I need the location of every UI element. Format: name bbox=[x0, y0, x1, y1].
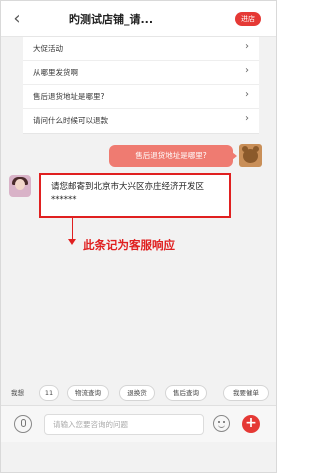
quick-reply-chip[interactable]: 11 bbox=[39, 385, 59, 401]
chat-screen: ‹ 旳测试店铺_请... 进店 大促活动 › 从哪里发货啊 › 售后退货地址是哪… bbox=[0, 0, 277, 473]
user-avatar[interactable] bbox=[239, 144, 262, 167]
annotation-arrow-head bbox=[68, 239, 76, 245]
message-input[interactable]: 请输入您要咨询的问题 bbox=[44, 414, 204, 435]
faq-item-ship-from[interactable]: 从哪里发货啊 › bbox=[23, 61, 259, 85]
input-bar: 请输入您要咨询的问题 + bbox=[1, 405, 276, 442]
faq-item-promotion[interactable]: 大促活动 › bbox=[23, 37, 259, 61]
quick-reply-chip[interactable]: 我想 bbox=[11, 385, 24, 401]
quick-reply-chip[interactable]: 物流查询 bbox=[67, 385, 109, 401]
chevron-right-icon: › bbox=[245, 89, 249, 100]
quick-reply-chip[interactable]: 我要催单 bbox=[223, 385, 269, 401]
plus-icon[interactable]: + bbox=[242, 415, 260, 433]
faq-list: 大促活动 › 从哪里发货啊 › 售后退货地址是哪里? › 请问什么时候可以退款 … bbox=[23, 37, 259, 134]
faq-item-label: 请问什么时候可以退款 bbox=[33, 116, 108, 125]
back-arrow-icon[interactable]: ‹ bbox=[9, 9, 25, 29]
chevron-right-icon: › bbox=[245, 41, 249, 52]
service-message-text: 请您邮寄到北京市大兴区亦庄经济开发区****** bbox=[51, 182, 205, 205]
faq-item-label: 大促活动 bbox=[33, 44, 63, 53]
enter-shop-button[interactable]: 进店 bbox=[235, 12, 261, 26]
page-title: 旳测试店铺_请... bbox=[69, 13, 154, 26]
microphone-icon[interactable] bbox=[14, 415, 32, 433]
user-message-bubble: 售后退货地址是哪里? bbox=[109, 145, 233, 167]
quick-reply-bar: 我想 11 物流查询 退换货 售后查询 我要催单 bbox=[1, 384, 276, 404]
user-bubble-tail bbox=[232, 152, 237, 160]
quick-reply-chip[interactable]: 退换货 bbox=[119, 385, 155, 401]
faq-item-refund-time[interactable]: 请问什么时候可以退款 › bbox=[23, 109, 259, 133]
service-avatar[interactable] bbox=[9, 175, 31, 197]
faq-item-return-address[interactable]: 售后退货地址是哪里? › bbox=[23, 85, 259, 109]
service-message-bubble: 请您邮寄到北京市大兴区亦庄经济开发区****** bbox=[39, 173, 231, 218]
faq-item-label: 售后退货地址是哪里? bbox=[33, 92, 105, 101]
faq-item-label: 从哪里发货啊 bbox=[33, 68, 78, 77]
top-bar: ‹ 旳测试店铺_请... 进店 bbox=[1, 1, 276, 37]
chevron-right-icon: › bbox=[245, 113, 249, 124]
annotation-label: 此条记为客服响应 bbox=[83, 238, 175, 252]
quick-reply-chip[interactable]: 售后查询 bbox=[165, 385, 207, 401]
emoji-icon[interactable] bbox=[213, 415, 230, 432]
chevron-right-icon: › bbox=[245, 65, 249, 76]
